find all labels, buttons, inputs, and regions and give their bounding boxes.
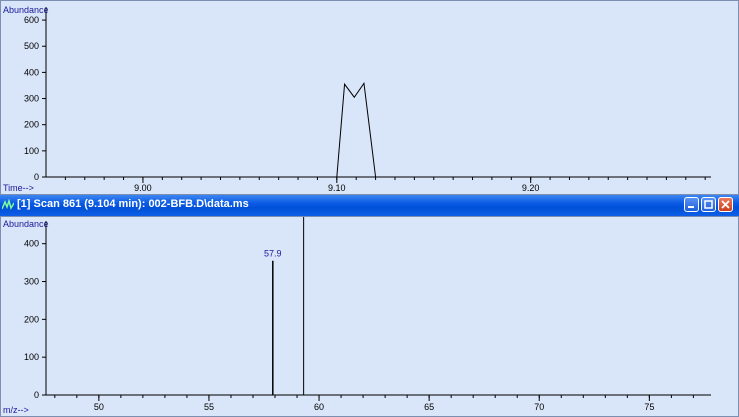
tic-y-axis-title: Abundance: [3, 5, 49, 15]
tic-x-tick-label: 9.10: [328, 183, 346, 193]
spectrum-chart[interactable]: Abundance m/z--> 0 100 200 300 400 50 55 60 65 70…: [1, 217, 738, 416]
spectrum-peaks-group: 57.9: [264, 217, 305, 395]
minimize-icon: [688, 206, 694, 208]
tic-y-tick-label: 0: [34, 172, 39, 182]
tic-y-tick-label: 400: [24, 67, 39, 77]
tic-trace-group: [336, 82, 377, 178]
tic-x-tick-label: 9.00: [134, 183, 152, 193]
spectrum-y-axis-title: Abundance: [3, 219, 49, 229]
tic-y-tick-label: 200: [24, 120, 39, 130]
spectrum-y-tick-label: 0: [34, 390, 39, 400]
spectrum-titlebar[interactable]: [1] Scan 861 (9.104 min): 002-BFB.D\data…: [0, 195, 739, 216]
tic-chart-pane[interactable]: Abundance Time--> 0 100 200 300 400 500 600 9.0…: [0, 0, 739, 195]
spectrum-y-tick-label: 300: [24, 277, 39, 287]
tic-chart[interactable]: Abundance Time--> 0 100 200 300 400 500 600 9.0…: [1, 1, 738, 194]
spectrum-axes: 0 100 200 300 400 50 55 60 65 70 75: [24, 221, 711, 412]
spectrum-chart-pane[interactable]: Abundance m/z--> 0 100 200 300 400 50 55 60 65 70…: [0, 216, 739, 417]
spectrum-y-tick-label: 400: [24, 239, 39, 249]
tic-y-tick-label: 100: [24, 146, 39, 156]
spectrum-x-tick-label: 55: [204, 402, 214, 412]
tic-trace-line: [336, 82, 377, 178]
minimize-button[interactable]: [684, 197, 699, 212]
spectrum-x-tick-label: 70: [534, 402, 544, 412]
tic-axes: 0 100 200 300 400 500 600 9.00 9.10 9.20: [24, 7, 711, 193]
spectrum-y-tick-label: 200: [24, 314, 39, 324]
spectrum-x-tick-label: 75: [644, 402, 654, 412]
spectrum-x-axis-title: m/z-->: [3, 405, 29, 415]
spectrum-x-tick-label: 65: [424, 402, 434, 412]
spectrum-window-title: [1] Scan 861 (9.104 min): 002-BFB.D\data…: [17, 198, 249, 210]
tic-x-axis-title: Time-->: [3, 183, 34, 193]
maximize-button[interactable]: [701, 197, 716, 212]
tic-x-tick-label: 9.20: [522, 183, 540, 193]
tic-y-tick-label: 300: [24, 94, 39, 104]
spectrum-x-tick-label: 50: [94, 402, 104, 412]
maximize-icon: [704, 200, 713, 209]
tic-y-tick-label: 600: [24, 15, 39, 25]
close-button[interactable]: [718, 197, 733, 212]
spectrum-app-icon: [2, 199, 14, 210]
spectrum-window[interactable]: [1] Scan 861 (9.104 min): 002-BFB.D\data…: [0, 195, 739, 417]
tic-y-tick-label: 500: [24, 41, 39, 51]
spectrum-x-tick-label: 60: [314, 402, 324, 412]
close-icon: [721, 200, 730, 209]
spectrum-peak-label: 57.9: [264, 249, 282, 259]
spectrum-y-tick-label: 100: [24, 352, 39, 362]
